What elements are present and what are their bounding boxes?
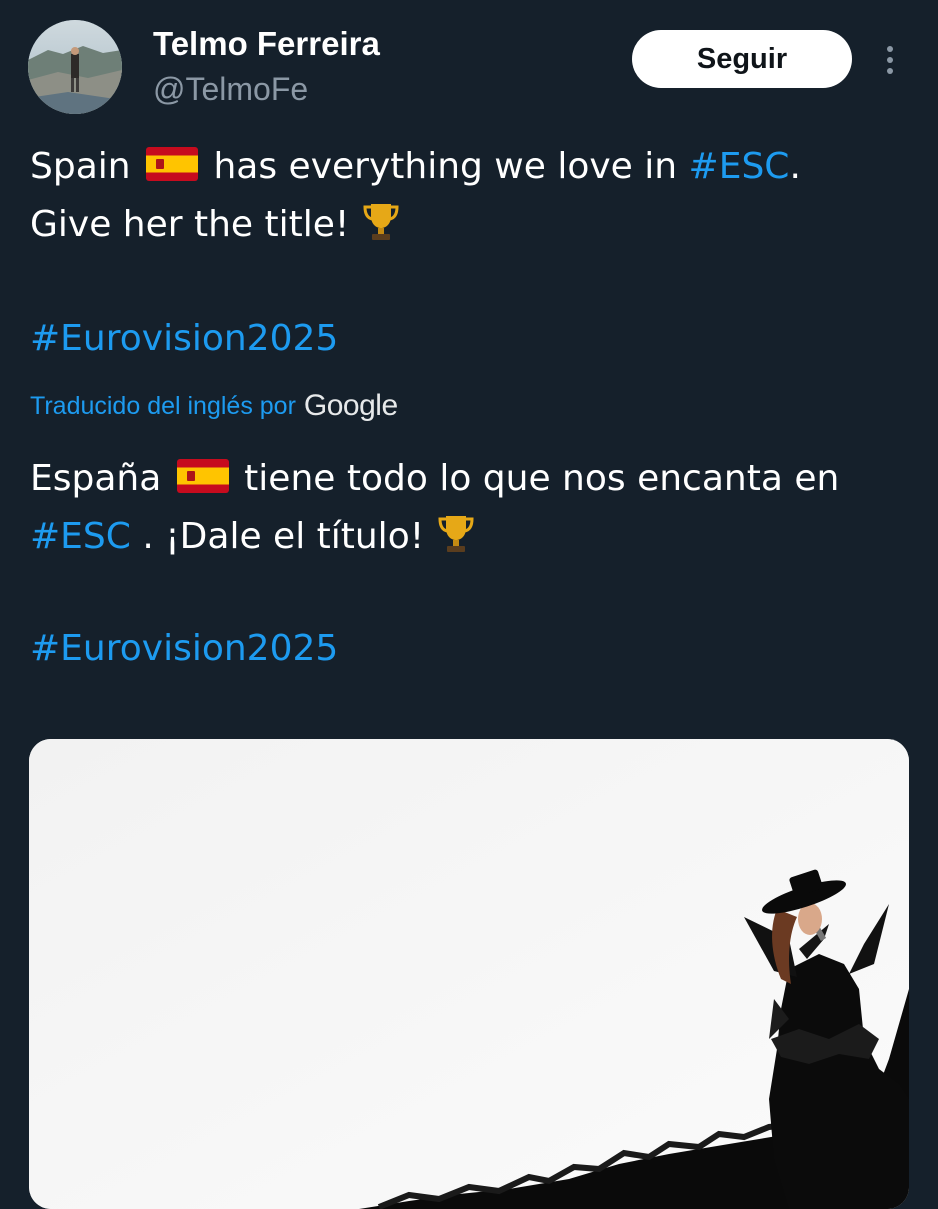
dot [887,57,893,63]
trophy-icon [361,200,401,242]
performer-photo [29,739,909,1209]
tweet-text-line-2: Give her the title! [30,200,401,248]
tweet-text-line-1: Spain has everything we love in #ESC. [30,144,801,190]
hashtag-link[interactable]: #ESC [30,516,131,557]
dot [887,68,893,74]
author-name[interactable]: Telmo Ferreira [153,24,380,64]
avatar[interactable] [28,20,122,114]
tweet-text: Give her the title! [30,204,361,245]
translated-hashtag-line: #Eurovision2025 [30,626,338,672]
translation-attribution[interactable]: Traducido del inglés por Google [30,386,398,426]
hashtag-link[interactable]: #Eurovision2025 [30,628,338,669]
avatar-photo [28,20,122,114]
google-logo: Google [303,389,398,422]
translated-text-line-2: #ESC . ¡Dale el título! [30,512,476,560]
dot [887,46,893,52]
tweet-hashtag-line: #Eurovision2025 [30,316,338,362]
tweet-text: . [789,146,801,187]
translated-text: España [30,458,173,499]
trophy-icon [436,512,476,554]
spain-flag-icon [146,147,199,181]
tweet-text: has everything we love in [202,146,689,187]
author-handle[interactable]: @TelmoFe [153,70,308,108]
spain-flag-icon [176,459,229,493]
tweet-media-image[interactable] [29,739,909,1209]
tweet-header: Telmo Ferreira @TelmoFe Seguir [0,0,938,130]
translation-label: Traducido del inglés por [30,391,296,420]
more-vertical-icon[interactable] [872,40,908,80]
translated-text: tiene todo lo que nos encanta en [232,458,840,499]
hashtag-link[interactable]: #ESC [689,146,790,187]
follow-button[interactable]: Seguir [632,30,852,88]
translated-text-line-1: España tiene todo lo que nos encanta en [30,456,839,502]
tweet-text: Spain [30,146,143,187]
hashtag-link[interactable]: #Eurovision2025 [30,318,338,359]
translated-text: . ¡Dale el título! [130,516,436,557]
